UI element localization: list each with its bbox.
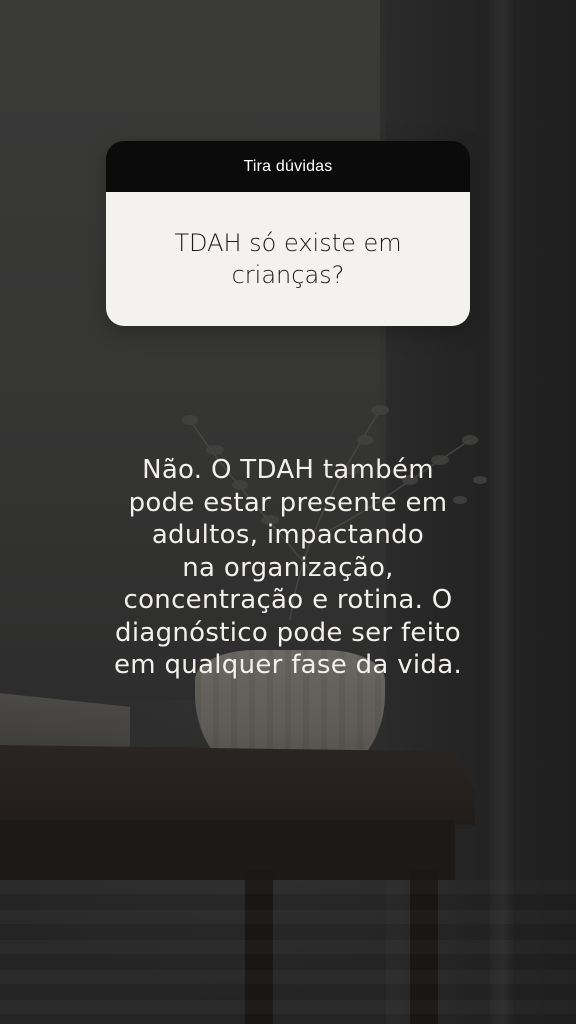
background-table-top: [0, 745, 475, 825]
background-table-body: [0, 820, 455, 880]
answer-text: Não. O TDAH também pode estar presente e…: [113, 455, 463, 680]
question-sticker[interactable]: Tira dúvidas TDAH só existe em crianças?: [106, 141, 470, 326]
background-floor: [0, 880, 576, 1024]
question-sticker-header: Tira dúvidas: [106, 141, 470, 192]
question-sticker-title: Tira dúvidas: [243, 157, 333, 175]
question-sticker-body: TDAH só existe em crianças?: [106, 192, 470, 326]
story-canvas: Tira dúvidas TDAH só existe em crianças?…: [0, 0, 576, 1024]
question-text: TDAH só existe em crianças?: [174, 229, 402, 289]
